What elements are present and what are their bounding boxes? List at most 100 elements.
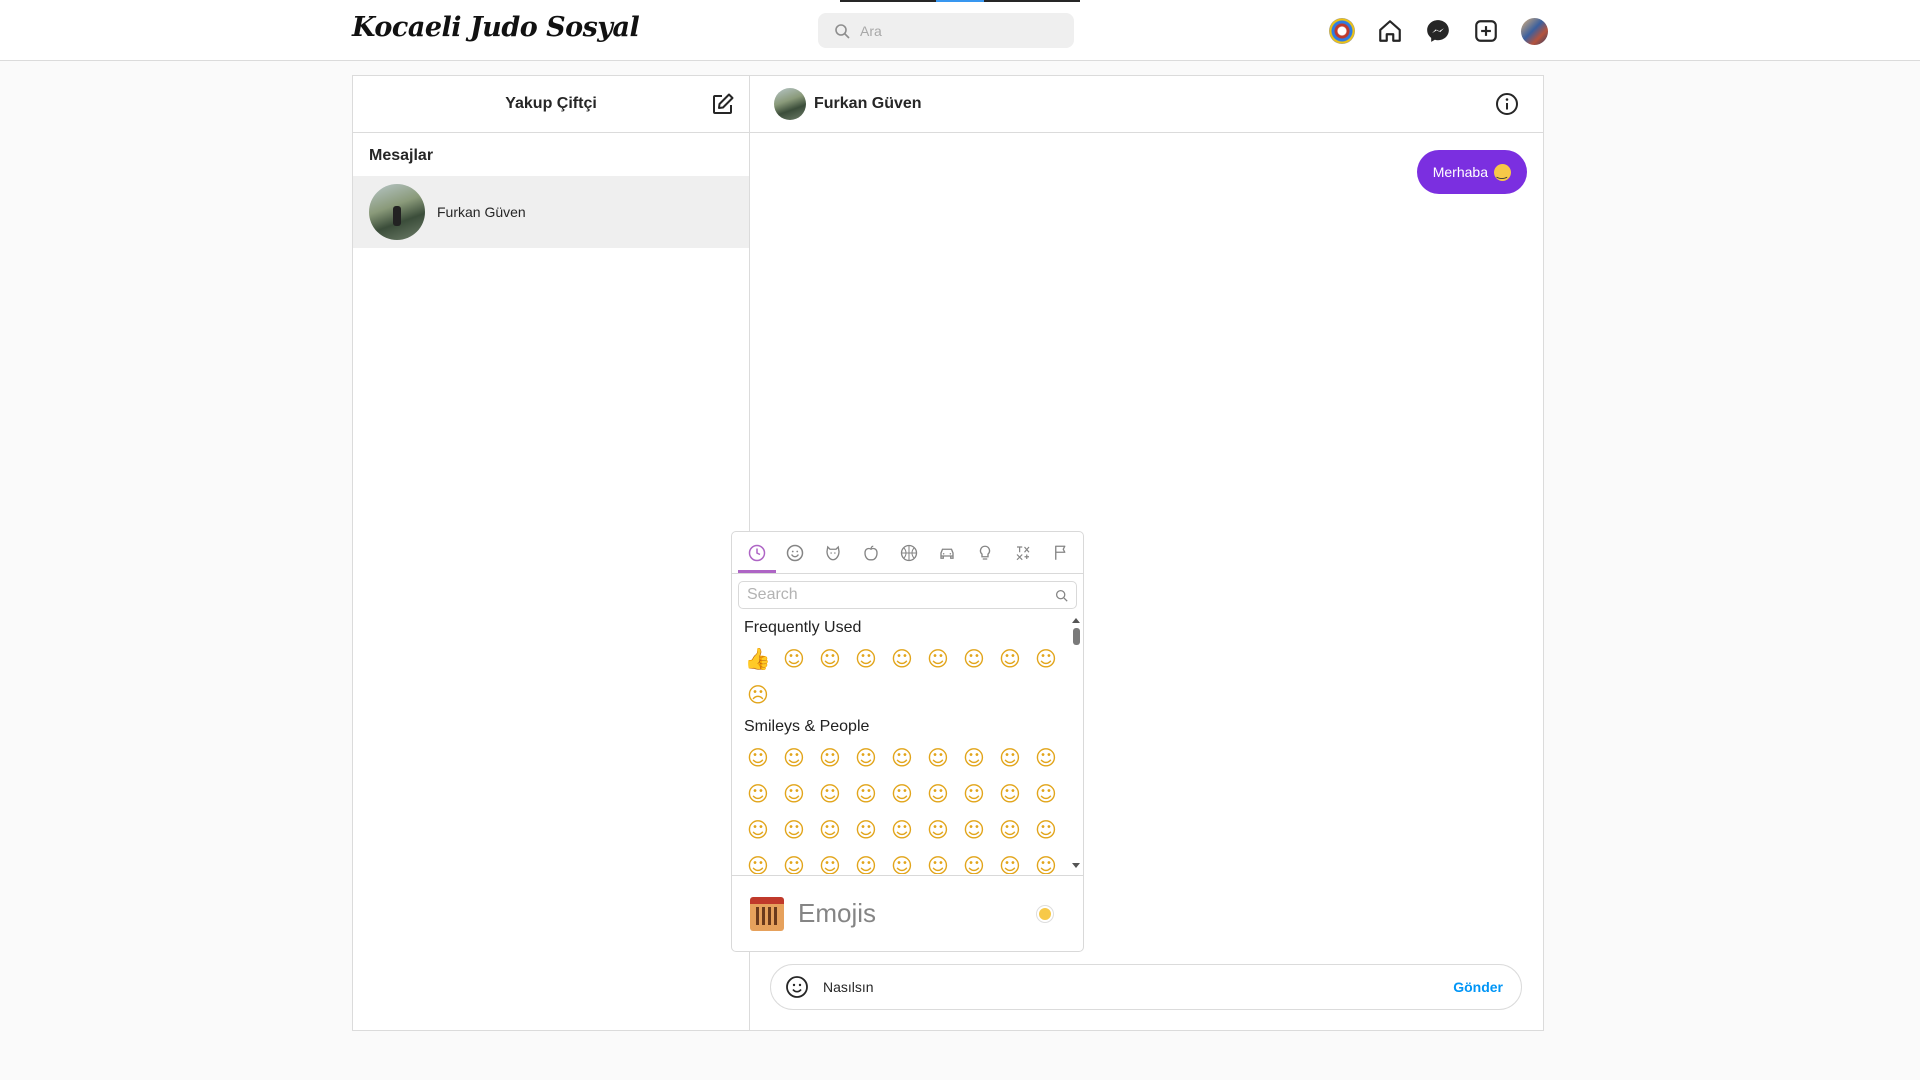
star-struck-icon[interactable]: ☺	[956, 776, 992, 812]
smileys-category-icon[interactable]	[776, 534, 814, 572]
chat-contact-avatar[interactable]	[774, 88, 806, 120]
emoji-grid-scroll[interactable]: Frequently Used 👍 ☺ ☺ ☺ ☺ ☺ ☺ ☺ ☺ ☹ Smil…	[732, 614, 1083, 874]
send-button[interactable]: Gönder	[1453, 979, 1503, 995]
squinting-tongue-icon[interactable]: ☺	[992, 812, 1028, 848]
symbols-category-icon[interactable]	[1004, 534, 1042, 572]
emoji-toggle-icon[interactable]	[785, 975, 809, 999]
grinning-icon[interactable]: ☺	[740, 740, 776, 776]
upside-down-icon[interactable]: ☺	[740, 776, 776, 812]
flags-category-icon[interactable]	[1042, 534, 1080, 572]
emoji-search-input[interactable]: Search	[738, 581, 1077, 609]
scroll-down-arrow-icon[interactable]	[1072, 863, 1080, 868]
scroll-up-arrow-icon[interactable]	[1072, 618, 1080, 623]
emoji-section-title: Frequently Used	[744, 619, 862, 636]
sweat-smile-icon[interactable]: ☺	[920, 740, 956, 776]
smile-icon[interactable]: ☺	[812, 740, 848, 776]
laughing-icon[interactable]: ☺	[920, 641, 956, 677]
info-icon[interactable]	[1495, 92, 1519, 121]
search-input[interactable]: Ara	[818, 13, 1074, 48]
emoji-row: ☺ ☺ ☺ ☺ ☺ ☺ ☺ ☺ ☺	[732, 812, 1083, 848]
recent-category-icon[interactable]	[738, 534, 776, 572]
add-post-icon[interactable]	[1470, 15, 1502, 47]
search-placeholder: Ara	[860, 22, 882, 39]
grin-icon[interactable]: ☺	[848, 740, 884, 776]
slightly-smiling-icon[interactable]: ☺	[1028, 740, 1064, 776]
rofl-icon[interactable]: ☺	[956, 740, 992, 776]
zipper-mouth-icon[interactable]: ☺	[884, 848, 920, 874]
expressionless-icon[interactable]: ☺	[992, 848, 1028, 874]
new-message-icon[interactable]	[711, 92, 735, 121]
zany-face-icon[interactable]: ☺	[956, 812, 992, 848]
no-mouth-icon[interactable]: ☺	[1028, 848, 1064, 874]
money-mouth-icon[interactable]: ☺	[1028, 812, 1064, 848]
emoji-row: 👍 ☺ ☺ ☺ ☺ ☺ ☺ ☺ ☺	[732, 641, 1083, 677]
winking-tongue-icon[interactable]: ☺	[920, 812, 956, 848]
emoji-category-bar	[732, 532, 1083, 574]
scroll-thumb[interactable]	[1073, 628, 1080, 645]
loading-bar	[840, 0, 1080, 2]
kissing-heart-icon[interactable]: ☺	[992, 776, 1028, 812]
emoji-scrollbar[interactable]	[1072, 618, 1081, 868]
current-username[interactable]: Yakup Çiftçi	[353, 95, 749, 113]
nature-category-icon[interactable]	[814, 534, 852, 572]
sidebar-header: Yakup Çiftçi	[353, 76, 749, 133]
objects-category-icon[interactable]	[966, 534, 1004, 572]
chat-contact-name[interactable]: Furkan Güven	[814, 95, 922, 113]
kissing-closed-eyes-icon[interactable]: ☺	[776, 812, 812, 848]
wink-icon[interactable]: ☺	[776, 776, 812, 812]
foods-category-icon[interactable]	[852, 534, 890, 572]
relaxed-icon[interactable]: ☺	[740, 812, 776, 848]
conversation-item[interactable]: Furkan Güven	[353, 176, 749, 248]
places-category-icon[interactable]	[928, 534, 966, 572]
tongue-icon[interactable]: ☺	[884, 812, 920, 848]
sweat-smile-icon[interactable]: ☺	[1028, 641, 1064, 677]
skin-tone-selector[interactable]	[1037, 906, 1053, 922]
shushing-icon[interactable]: ☺	[812, 848, 848, 874]
search-icon	[835, 23, 850, 39]
home-icon[interactable]	[1374, 15, 1406, 47]
smiley-icon[interactable]: ☺	[776, 740, 812, 776]
conversation-name: Furkan Güven	[437, 204, 526, 220]
emoji-picker: Search Frequently Used 👍 ☺ ☺ ☺ ☺ ☺ ☺ ☺ ☺…	[731, 531, 1084, 952]
slightly-smiling-icon[interactable]: ☺	[848, 641, 884, 677]
smiling-hearts-icon[interactable]: ☺	[884, 776, 920, 812]
yum-icon[interactable]: ☺	[848, 812, 884, 848]
heart-eyes-icon[interactable]: ☺	[920, 776, 956, 812]
search-icon	[1055, 589, 1068, 602]
thumbs-up-icon[interactable]: 👍	[740, 641, 776, 677]
messenger-icon[interactable]	[1422, 15, 1454, 47]
brand-logo[interactable]: Kocaeli Judo Sosyal	[352, 12, 640, 43]
winking-tongue-icon[interactable]: ☺	[956, 641, 992, 677]
kissing-smiling-eyes-icon[interactable]: ☺	[812, 812, 848, 848]
department-store-icon	[750, 896, 784, 931]
grinning-face-icon[interactable]: ☺	[776, 641, 812, 677]
thinking-icon[interactable]: ☺	[848, 848, 884, 874]
emoji-preview: Emojis	[732, 875, 1083, 951]
conversation-sidebar: Yakup Çiftçi Mesajlar Furkan Güven	[353, 76, 750, 1030]
scream-icon[interactable]: ☹	[740, 677, 776, 713]
activity-category-icon[interactable]	[890, 534, 928, 572]
club-logo-icon[interactable]	[1326, 15, 1358, 47]
neutral-face-icon[interactable]: ☺	[956, 848, 992, 874]
kissing-icon[interactable]: ☺	[1028, 776, 1064, 812]
message-input[interactable]: Nasılsın	[823, 979, 1453, 995]
message-bubble-outgoing: Merhaba	[1416, 150, 1527, 194]
profile-avatar[interactable]	[1518, 15, 1550, 47]
laughing-icon[interactable]: ☺	[884, 740, 920, 776]
innocent-icon[interactable]: ☺	[848, 776, 884, 812]
raised-eyebrow-icon[interactable]: ☺	[920, 848, 956, 874]
chat-header: Furkan Güven	[750, 76, 1543, 133]
active-category-indicator	[738, 570, 776, 573]
blush-icon[interactable]: ☺	[812, 776, 848, 812]
heart-eyes-icon[interactable]: ☺	[884, 641, 920, 677]
kissing-heart-icon[interactable]: ☺	[812, 641, 848, 677]
joy-icon[interactable]: ☺	[992, 641, 1028, 677]
emoji-row: ☹	[732, 677, 1083, 713]
emoji-search-placeholder: Search	[747, 586, 798, 603]
joy-icon[interactable]: ☺	[992, 740, 1028, 776]
hand-over-mouth-icon[interactable]: ☺	[776, 848, 812, 874]
emoji-row: ☺ ☺ ☺ ☺ ☺ ☺ ☺ ☺ ☺	[732, 848, 1083, 874]
contact-avatar	[369, 184, 425, 240]
messages-section-title: Mesajlar	[369, 147, 434, 164]
hugging-icon[interactable]: ☺	[740, 848, 776, 874]
